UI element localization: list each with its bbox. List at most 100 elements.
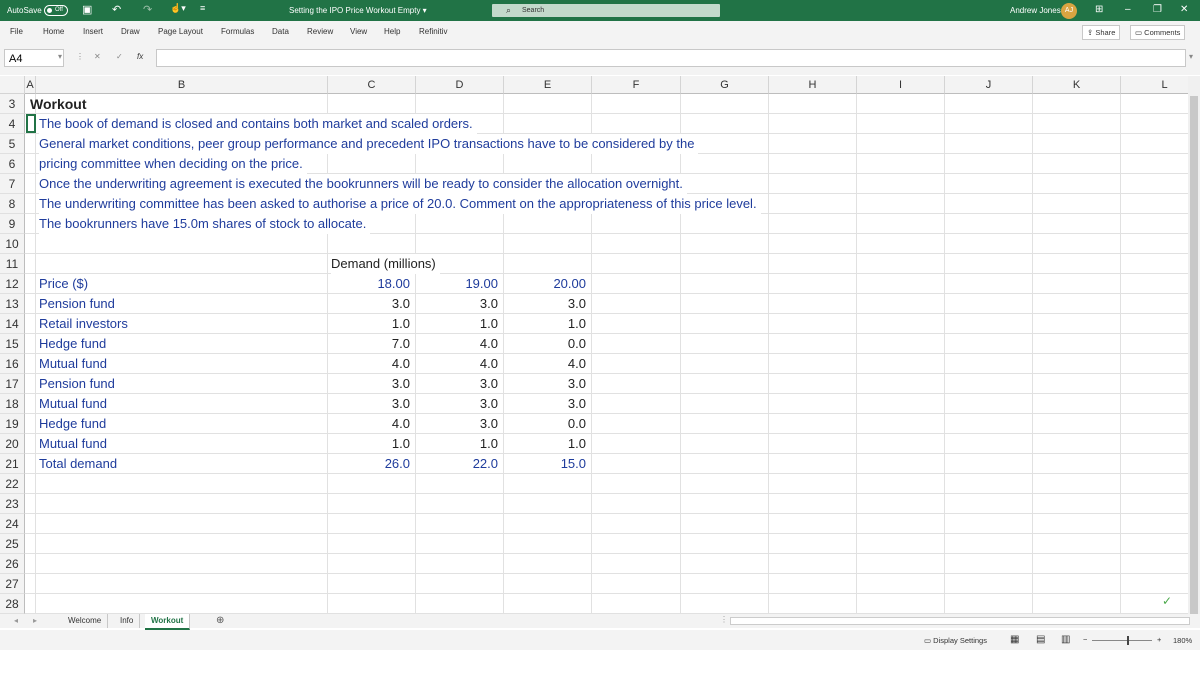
tab-view[interactable]: View [350,27,367,36]
investor-label[interactable]: Mutual fund [39,394,107,414]
comments-button[interactable]: ▭ Comments [1130,25,1186,40]
investor-label[interactable]: Hedge fund [39,414,106,434]
demand-cell[interactable]: 1.0 [416,314,498,334]
tab-help[interactable]: Help [384,27,400,36]
investor-label[interactable]: Hedge fund [39,334,106,354]
name-box-dropdown-icon[interactable]: ▾ [58,52,62,61]
demand-header[interactable]: Demand (millions) [331,254,440,274]
demand-cell[interactable]: 3.0 [504,374,586,394]
column-header-h[interactable]: H [769,76,857,94]
row-header[interactable]: 24 [0,514,25,534]
row-header[interactable]: 20 [0,434,25,454]
demand-cell[interactable]: 0.0 [504,414,586,434]
expand-formula-icon[interactable]: ▾ [1189,52,1193,61]
demand-cell[interactable]: 3.0 [416,394,498,414]
tab-page-layout[interactable]: Page Layout [158,27,203,36]
column-header-b[interactable]: B [36,76,328,94]
demand-cell[interactable]: 7.0 [328,334,410,354]
demand-cell[interactable]: 4.0 [416,354,498,374]
horizontal-scrollbar[interactable] [730,617,1190,625]
name-box[interactable]: A4 [4,49,64,67]
demand-cell[interactable]: 4.0 [504,354,586,374]
normal-view-icon[interactable]: ▦ [1010,634,1019,645]
search-box[interactable]: ⌕ Search [492,4,720,17]
demand-cell[interactable]: 3.0 [416,374,498,394]
minimize-icon[interactable]: – [1125,4,1131,15]
ribbon-display-icon[interactable]: ⊞ [1095,4,1103,15]
page-layout-view-icon[interactable]: ▤ [1036,634,1045,645]
column-header-k[interactable]: K [1033,76,1121,94]
touch-mode-icon[interactable]: ☝▾ [170,3,186,14]
formula-input[interactable] [156,49,1186,67]
column-header-e[interactable]: E [504,76,592,94]
row-header[interactable]: 4 [0,114,25,134]
close-icon[interactable]: ✕ [1180,4,1188,15]
column-header-d[interactable]: D [416,76,504,94]
cancel-icon[interactable]: ✕ [94,52,101,61]
demand-cell[interactable]: 1.0 [504,434,586,454]
investor-label[interactable]: Pension fund [39,294,115,314]
enter-icon[interactable]: ✓ [116,52,123,61]
row-header[interactable]: 7 [0,174,25,194]
column-header-j[interactable]: J [945,76,1033,94]
autosave-toggle[interactable]: Off [44,5,68,16]
select-all-corner[interactable] [0,76,25,94]
column-header-l[interactable]: L [1121,76,1188,94]
total-cell[interactable]: 22.0 [416,454,498,474]
document-title[interactable]: Setting the IPO Price Workout Empty ▾ [289,6,427,15]
row-header[interactable]: 10 [0,234,25,254]
demand-cell[interactable]: 1.0 [504,314,586,334]
tab-insert[interactable]: Insert [83,27,103,36]
row-header[interactable]: 9 [0,214,25,234]
sheet-tab-welcome[interactable]: Welcome [62,614,109,628]
tab-file[interactable]: File [10,27,23,36]
tab-review[interactable]: Review [307,27,333,36]
column-header-g[interactable]: G [681,76,769,94]
demand-cell[interactable]: 3.0 [328,394,410,414]
note-line[interactable]: The book of demand is closed and contain… [39,114,477,134]
row-header[interactable]: 15 [0,334,25,354]
tab-draw[interactable]: Draw [121,27,140,36]
zoom-slider[interactable] [1092,640,1152,641]
demand-cell[interactable]: 0.0 [504,334,586,354]
avatar[interactable]: AJ [1061,3,1077,19]
demand-cell[interactable]: 3.0 [416,414,498,434]
demand-cell[interactable]: 1.0 [416,434,498,454]
demand-cell[interactable]: 3.0 [328,294,410,314]
investor-label[interactable]: Retail investors [39,314,128,334]
demand-cell[interactable]: 4.0 [416,334,498,354]
sheet-heading[interactable]: Workout [30,94,87,114]
investor-label[interactable]: Mutual fund [39,434,107,454]
display-settings-button[interactable]: ▭ Display Settings [924,636,987,645]
row-header[interactable]: 27 [0,574,25,594]
row-header[interactable]: 28 [0,594,25,614]
split-handle-icon[interactable]: ⋮ [720,615,728,624]
drag-handle-icon[interactable]: ⋮ [76,52,84,61]
row-header[interactable]: 18 [0,394,25,414]
demand-cell[interactable]: 4.0 [328,414,410,434]
row-header[interactable]: 19 [0,414,25,434]
zoom-out-icon[interactable]: − [1083,635,1087,644]
total-cell[interactable]: 26.0 [328,454,410,474]
row-header[interactable]: 22 [0,474,25,494]
row-header[interactable]: 17 [0,374,25,394]
note-line[interactable]: General market conditions, peer group pe… [39,134,699,154]
demand-cell[interactable]: 1.0 [328,314,410,334]
total-cell[interactable]: 15.0 [504,454,586,474]
row-header[interactable]: 8 [0,194,25,214]
total-label[interactable]: Total demand [39,454,117,474]
investor-label[interactable]: Mutual fund [39,354,107,374]
row-header[interactable]: 26 [0,554,25,574]
column-header-c[interactable]: C [328,76,416,94]
demand-cell[interactable]: 3.0 [328,374,410,394]
restore-icon[interactable]: ❐ [1153,4,1162,15]
customize-qat-icon[interactable]: ≡ [200,3,205,13]
tab-formulas[interactable]: Formulas [221,27,254,36]
row-header[interactable]: 6 [0,154,25,174]
sheet-tab-info[interactable]: Info [114,614,141,628]
note-line[interactable]: Once the underwriting agreement is execu… [39,174,687,194]
note-line[interactable]: The underwriting committee has been aske… [39,194,761,214]
tab-home[interactable]: Home [43,27,64,36]
prev-sheet-icon[interactable]: ◂ [14,616,18,625]
zoom-in-icon[interactable]: + [1157,635,1161,644]
